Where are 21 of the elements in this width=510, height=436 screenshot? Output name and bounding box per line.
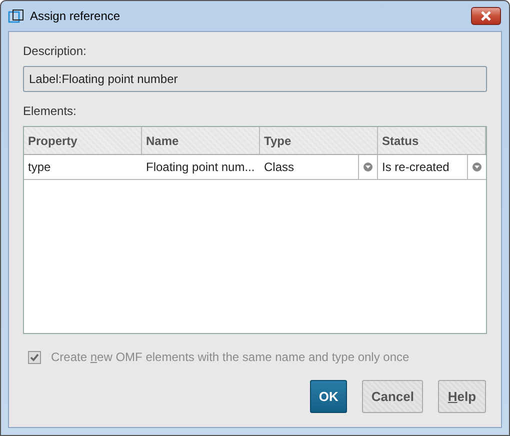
table-label: Elements: — [23, 104, 78, 120]
column-header[interactable]: Name — [142, 127, 260, 154]
window-title: Assign reference — [30, 9, 122, 23]
dialog-button[interactable]: Cancel — [362, 380, 423, 413]
column-header[interactable]: Type — [260, 127, 378, 154]
close-button[interactable] — [471, 7, 501, 25]
close-icon — [480, 11, 492, 21]
window-icon — [8, 9, 24, 23]
dialog-button[interactable]: OK — [310, 380, 348, 413]
description-field[interactable]: Label:Floating point number — [23, 66, 487, 92]
table-cell-text: type — [27, 159, 52, 176]
column-header[interactable]: Status — [378, 127, 486, 154]
table-cell-text: Floating point num... — [145, 159, 256, 176]
table-cell[interactable]: Is re-created — [378, 160, 450, 174]
table-cell[interactable]: Class — [260, 160, 294, 174]
dropdown-icon[interactable] — [472, 162, 482, 172]
field-label: Description: — [23, 44, 88, 60]
checkbox-label: Create new OMF elements with the same name and type only once — [51, 350, 410, 364]
dialog-button[interactable]: Help — [438, 380, 486, 413]
column-header[interactable]: Property — [24, 127, 142, 154]
dropdown-icon[interactable] — [363, 162, 373, 172]
